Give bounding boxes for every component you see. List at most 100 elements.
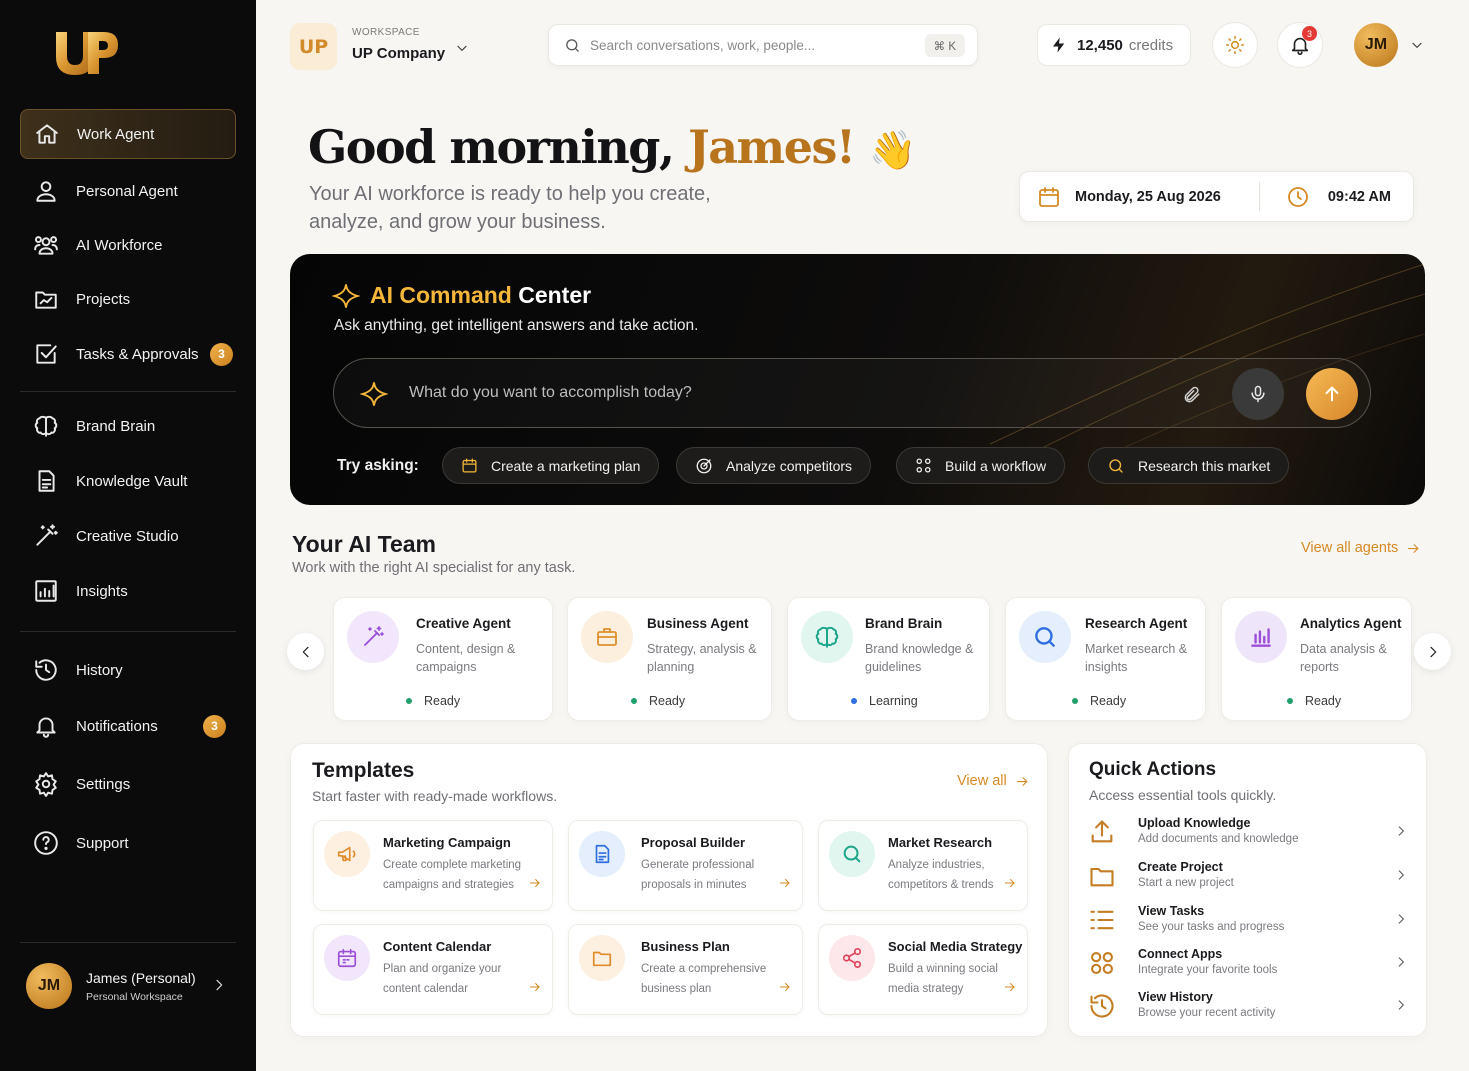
credits-display[interactable]: 12,450 credits bbox=[1037, 24, 1191, 66]
sidebar-item-label: Support bbox=[76, 834, 129, 852]
agent-card-brand-brain[interactable]: Brand Brain Brand knowledge & guidelines… bbox=[787, 597, 990, 721]
templates-panel: Templates Start faster with ready-made w… bbox=[290, 743, 1048, 1037]
document-icon bbox=[595, 844, 610, 864]
divider bbox=[1258, 182, 1260, 211]
suggestion-research-market[interactable]: Research this market bbox=[1088, 447, 1290, 484]
home-icon bbox=[36, 124, 58, 144]
template-description: Build a winning social media strategy bbox=[888, 963, 998, 995]
search-bar[interactable]: Search conversations, work, people... ⌘ … bbox=[548, 24, 978, 66]
sidebar-item-settings[interactable]: Settings bbox=[20, 759, 236, 809]
workspace-name[interactable]: UP Company bbox=[352, 45, 445, 62]
agent-name: Research Agent bbox=[1085, 616, 1188, 631]
avatar[interactable]: JM bbox=[1354, 23, 1398, 67]
sidebar-item-insights[interactable]: Insights bbox=[20, 566, 236, 616]
agent-description: Strategy, analysis & planning bbox=[647, 642, 757, 674]
sidebar-item-work-agent[interactable]: Work Agent bbox=[20, 109, 236, 159]
sidebar-item-personal-agent[interactable]: Personal Agent bbox=[20, 166, 236, 216]
template-icon-bg bbox=[579, 831, 625, 877]
template-card-proposal-builder[interactable]: Proposal Builder Generate professional p… bbox=[568, 820, 803, 911]
sidebar-item-brand-brain[interactable]: Brand Brain bbox=[20, 401, 236, 451]
agent-card-analytics[interactable]: Analytics Agent Data analysis & reports … bbox=[1221, 597, 1412, 721]
microphone-button[interactable] bbox=[1232, 368, 1284, 420]
suggestion-build-workflow[interactable]: Build a workflow bbox=[896, 447, 1066, 484]
status-dot bbox=[1287, 698, 1293, 704]
apps-icon bbox=[1091, 952, 1113, 974]
quick-action-view-tasks[interactable]: View Tasks See your tasks and progress bbox=[1088, 904, 1408, 944]
suggestion-marketing-plan[interactable]: Create a marketing plan bbox=[442, 447, 660, 484]
ai-team-subtitle: Work with the right AI specialist for an… bbox=[292, 560, 576, 576]
sidebar-item-support[interactable]: Support bbox=[20, 818, 236, 868]
send-button[interactable] bbox=[1306, 368, 1358, 420]
view-all-agents-link[interactable]: View all agents bbox=[1301, 540, 1421, 556]
template-card-market-research[interactable]: Market Research Analyze industries, comp… bbox=[818, 820, 1028, 911]
sidebar-item-ai-workforce[interactable]: AI Workforce bbox=[20, 220, 236, 270]
quick-action-view-history[interactable]: View History Browse your recent activity bbox=[1088, 990, 1408, 1030]
template-card-content-calendar[interactable]: Content Calendar Plan and organize your … bbox=[313, 924, 553, 1015]
template-name: Market Research bbox=[888, 835, 993, 850]
sidebar-item-projects[interactable]: Projects bbox=[20, 274, 236, 324]
checkbox-icon bbox=[36, 344, 57, 364]
agent-name: Analytics Agent bbox=[1300, 616, 1402, 631]
sidebar-item-tasks-approvals[interactable]: Tasks & Approvals 3 bbox=[20, 329, 236, 379]
agent-status-label: Ready bbox=[424, 694, 461, 708]
template-card-business-plan[interactable]: Business Plan Create a comprehensive bus… bbox=[568, 924, 803, 1015]
agent-status-label: Ready bbox=[649, 694, 686, 708]
agent-status: Ready bbox=[1287, 694, 1341, 708]
agent-description: Data analysis & reports bbox=[1300, 642, 1387, 674]
agent-name: Brand Brain bbox=[865, 616, 943, 631]
search-icon bbox=[566, 38, 579, 52]
template-name: Social Media Strategy bbox=[888, 939, 1023, 954]
folder-icon bbox=[592, 951, 612, 967]
suggestion-label: Analyze competitors bbox=[726, 457, 853, 474]
template-icon-bg bbox=[579, 935, 625, 981]
notifications-button[interactable]: 3 bbox=[1277, 22, 1323, 68]
quick-action-create-project[interactable]: Create Project Start a new project bbox=[1088, 860, 1408, 900]
arrow-right-icon bbox=[779, 878, 790, 888]
sidebar-item-label: Creative Studio bbox=[76, 527, 179, 545]
quick-action-upload-knowledge[interactable]: Upload Knowledge Add documents and knowl… bbox=[1088, 816, 1408, 856]
agent-card-creative[interactable]: Creative Agent Content, design & campaig… bbox=[333, 597, 553, 721]
agent-icon-bg bbox=[1019, 611, 1071, 663]
template-card-social-media-strategy[interactable]: Social Media Strategy Build a winning so… bbox=[818, 924, 1028, 1015]
sidebar-item-label: Insights bbox=[76, 582, 128, 600]
paperclip-icon[interactable] bbox=[1182, 385, 1202, 405]
chevron-down-icon[interactable] bbox=[455, 41, 469, 55]
quick-action-name: View Tasks bbox=[1138, 904, 1205, 918]
agent-card-research[interactable]: Research Agent Market research & insight… bbox=[1005, 597, 1206, 721]
quick-actions-title: Quick Actions bbox=[1089, 759, 1217, 780]
suggestion-analyze-competitors[interactable]: Analyze competitors bbox=[676, 447, 872, 484]
template-card-marketing-campaign[interactable]: Marketing Campaign Create complete marke… bbox=[313, 820, 553, 911]
quick-action-connect-apps[interactable]: Connect Apps Integrate your favorite too… bbox=[1088, 947, 1408, 987]
workspace-logo[interactable]: UP bbox=[290, 23, 337, 70]
sidebar-item-creative-studio[interactable]: Creative Studio bbox=[20, 511, 236, 561]
prompt-placeholder[interactable]: What do you want to accomplish today? bbox=[409, 384, 692, 402]
search-input[interactable]: Search conversations, work, people... bbox=[590, 38, 815, 53]
arrow-right-icon bbox=[1016, 776, 1028, 786]
chevron-right-icon bbox=[1398, 914, 1404, 924]
template-icon-bg bbox=[829, 831, 875, 877]
brain-icon bbox=[34, 415, 58, 437]
theme-toggle-button[interactable] bbox=[1212, 22, 1258, 68]
view-all-templates-link[interactable]: View all bbox=[957, 773, 1030, 789]
help-icon bbox=[34, 831, 58, 855]
sidebar-item-notifications[interactable]: Notifications 3 bbox=[20, 701, 236, 751]
arrow-right-icon bbox=[1004, 982, 1015, 992]
agent-card-business[interactable]: Business Agent Strategy, analysis & plan… bbox=[567, 597, 772, 721]
try-asking-label: Try asking: bbox=[337, 457, 419, 474]
app-logo[interactable] bbox=[52, 28, 122, 78]
sidebar-item-label: Tasks & Approvals bbox=[76, 345, 199, 363]
template-description: Create complete marketing campaigns and … bbox=[383, 859, 522, 891]
agent-icon-bg bbox=[581, 611, 633, 663]
avatar: JM bbox=[26, 963, 72, 1009]
prompt-input[interactable]: What do you want to accomplish today? bbox=[333, 358, 1371, 428]
carousel-next-button[interactable] bbox=[1414, 633, 1451, 670]
template-name: Content Calendar bbox=[383, 939, 492, 954]
clock-icon bbox=[1287, 186, 1308, 207]
chevron-down-icon[interactable] bbox=[1410, 38, 1424, 52]
sidebar-item-history[interactable]: History bbox=[20, 645, 236, 695]
account-switcher[interactable]: JM James (Personal) Personal Workspace bbox=[26, 963, 231, 1009]
title-accent: AI Command bbox=[370, 282, 512, 308]
search-icon bbox=[843, 845, 861, 863]
sidebar-item-knowledge-vault[interactable]: Knowledge Vault bbox=[20, 456, 236, 506]
carousel-prev-button[interactable] bbox=[287, 633, 324, 670]
